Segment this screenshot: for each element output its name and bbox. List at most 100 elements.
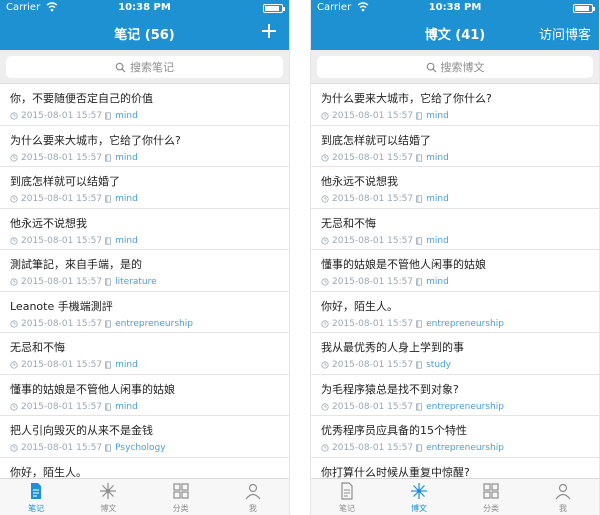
item-date: 2015-08-01 15:57 xyxy=(21,194,103,204)
list-item[interactable]: 測試筆記，來自手端，是的 2015-08-01 15:57 literature xyxy=(0,250,289,292)
tab-bar: 笔记 博文 分类 我 xyxy=(311,478,599,515)
list-item[interactable]: 你打算什么时候从重复中惊醒? xyxy=(311,458,599,480)
search-icon xyxy=(115,62,126,73)
tab-label: 博文 xyxy=(411,504,427,513)
notebook-icon xyxy=(416,278,422,286)
nav-bar: 笔记 (56) xyxy=(0,16,289,50)
list-item[interactable]: Leanote 手機端測評 2015-08-01 15:57 entrepreneu… xyxy=(0,292,289,333)
notebook-icon xyxy=(416,444,422,452)
profile-tab-icon xyxy=(244,482,262,503)
item-date: 2015-08-01 15:57 xyxy=(21,235,103,246)
clock-icon xyxy=(321,236,329,245)
list-item[interactable]: 你，不要随便否定自己的价值 2015-08-01 15:57 mind xyxy=(0,84,289,126)
item-meta: 2015-08-01 15:57 mind xyxy=(10,194,289,204)
notebook-icon xyxy=(105,112,111,120)
item-title: 懂事的姑娘是不管他人闲事的姑娘 xyxy=(321,258,486,271)
item-title: 无忌和不悔 xyxy=(10,341,65,354)
posts-screen: Carrier 10:38 PM 博文 (41) 访问博客 搜索博文 为什么要来… xyxy=(310,0,600,515)
list-item[interactable]: 为什么要来大城市，它给了你什么? 2015-08-01 15:57 mind xyxy=(311,84,599,126)
item-meta: 2015-08-01 15:57 mind xyxy=(10,360,289,370)
item-meta: 2015-08-01 15:57 entrepreneurship xyxy=(321,402,599,412)
list-item[interactable]: 优秀程序员应具备的15个特性 2015-08-01 15:57 entreprene… xyxy=(311,416,599,458)
blog-tab-icon xyxy=(99,482,117,503)
item-date: 2015-08-01 15:57 xyxy=(332,443,414,453)
search-input[interactable]: 搜索笔记 xyxy=(6,56,283,78)
tab-label: 我 xyxy=(248,504,257,513)
clock-icon xyxy=(10,402,18,411)
search-input[interactable]: 搜索博文 xyxy=(317,56,593,78)
list-item[interactable]: 为毛程序猿总是找不到对象? 2015-08-01 15:57 entrepreneu… xyxy=(311,375,599,416)
list-item[interactable]: 他永远不说想我 2015-08-01 15:57 mind xyxy=(311,167,599,209)
search-icon xyxy=(426,62,437,73)
tab-blog[interactable]: 博文 xyxy=(383,479,455,515)
item-notebook: mind xyxy=(426,277,449,287)
tab-notes[interactable]: 笔记 xyxy=(0,479,72,515)
list-item[interactable]: 懂事的姑娘是不管他人闲事的姑娘 2015-08-01 15:57 mind xyxy=(0,375,289,416)
visit-blog-button[interactable]: 访问博客 xyxy=(539,24,591,43)
notebook-icon xyxy=(105,361,111,369)
add-note-button[interactable] xyxy=(261,21,277,39)
clock-icon xyxy=(10,278,18,286)
note-list: 你，不要随便否定自己的价值 2015-08-01 15:57 mind 为什么要来大城… xyxy=(0,84,289,479)
search-placeholder: 搜索笔记 xyxy=(130,61,174,74)
item-notebook: Psychology xyxy=(115,443,166,453)
list-item[interactable]: 无忌和不悔 2015-08-01 15:57 mind xyxy=(311,209,599,250)
item-date: 2015-08-01 15:57 xyxy=(21,401,103,412)
tab-label: 分类 xyxy=(172,504,189,513)
item-meta: 2015-08-01 15:57 mind xyxy=(10,153,289,163)
item-notebook: mind xyxy=(115,111,138,121)
tab-label: 我 xyxy=(559,504,567,513)
item-title: 你好，陌生人。 xyxy=(321,299,398,313)
list-item[interactable]: 无忌和不悔 2015-08-01 15:57 mind xyxy=(0,333,289,375)
list-item[interactable]: 为什么要来大城市，它给了你什么? 2015-08-01 15:57 mind xyxy=(0,126,289,167)
notebook-icon xyxy=(105,195,111,203)
item-meta: 2015-08-01 15:57 mind xyxy=(321,111,599,121)
status-time: 10:38 PM xyxy=(428,2,482,13)
list-item[interactable]: 我从最优秀的人身上学到的事 2015-08-01 15:57 study xyxy=(311,333,599,375)
list-item[interactable]: 他永远不说想我 2015-08-01 15:57 mind xyxy=(0,209,289,250)
clock-icon xyxy=(321,195,329,203)
item-notebook: mind xyxy=(115,401,138,412)
tab-category[interactable]: 分类 xyxy=(145,479,217,515)
list-item[interactable]: 你好，陌生人。 xyxy=(0,458,289,480)
list-item[interactable]: 懂事的姑娘是不管他人闲事的姑娘 2015-08-01 15:57 mind xyxy=(311,250,599,292)
notebook-icon xyxy=(416,195,422,203)
battery-icon xyxy=(573,4,595,13)
category-tab-icon xyxy=(172,482,190,503)
item-title: 你好，陌生人。 xyxy=(10,465,87,479)
item-date: 2015-08-01 15:57 xyxy=(21,152,103,163)
battery-icon xyxy=(263,4,285,13)
clock-icon xyxy=(10,153,18,162)
item-notebook: mind xyxy=(115,152,138,163)
tab-blog[interactable]: 博文 xyxy=(72,479,144,515)
item-meta: 2015-08-01 15:57 mind xyxy=(10,402,289,412)
item-meta: 2015-08-01 15:57 mind xyxy=(10,236,289,246)
search-bar: 搜索笔记 xyxy=(0,50,289,84)
item-date: 2015-08-01 15:57 xyxy=(21,277,103,287)
clock-icon xyxy=(321,278,329,286)
notebook-icon xyxy=(105,153,111,162)
item-title: 到底怎样就可以结婚了 xyxy=(321,133,431,147)
item-meta: 2015-08-01 15:57 entrepreneurship xyxy=(321,319,599,329)
item-meta: 2015-08-01 15:57 mind xyxy=(321,277,599,287)
item-date: 2015-08-01 15:57 xyxy=(332,235,414,246)
notebook-icon xyxy=(416,402,422,411)
tab-me[interactable]: 我 xyxy=(527,479,599,515)
search-bar: 搜索博文 xyxy=(311,50,599,84)
list-item[interactable]: 把人引向毁灭的从来不是金钱 2015-08-01 15:57 Psychology xyxy=(0,416,289,458)
tab-me[interactable]: 我 xyxy=(217,479,289,515)
list-item[interactable]: 你好，陌生人。 2015-08-01 15:57 entrepreneurship xyxy=(311,292,599,333)
clock-icon xyxy=(10,319,18,328)
tab-notes[interactable]: 笔记 xyxy=(311,479,383,515)
tab-bar: 笔记 博文 分类 我 xyxy=(0,478,289,515)
item-date: 2015-08-01 15:57 xyxy=(332,152,414,163)
item-meta: 2015-08-01 15:57 mind xyxy=(321,153,599,163)
list-item[interactable]: 到底怎样就可以结婚了 2015-08-01 15:57 mind xyxy=(311,126,599,167)
item-notebook: entrepreneurship xyxy=(426,401,504,412)
status-time: 10:38 PM xyxy=(118,2,171,13)
item-date: 2015-08-01 15:57 xyxy=(332,401,414,412)
tab-category[interactable]: 分类 xyxy=(455,479,527,515)
item-title: 优秀程序员应具备的15个特性 xyxy=(321,424,467,437)
list-item[interactable]: 到底怎样就可以结婚了 2015-08-01 15:57 mind xyxy=(0,167,289,209)
notes-screen: Carrier 10:38 PM 笔记 (56) 搜索笔记 你，不要随便否定自己… xyxy=(0,0,290,515)
